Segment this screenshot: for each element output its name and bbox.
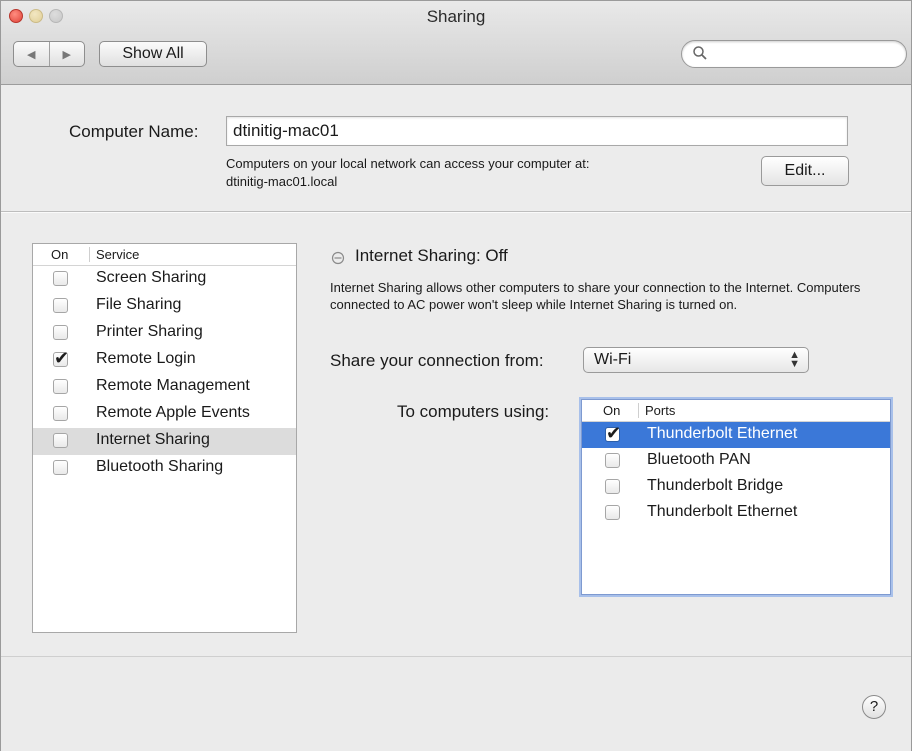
- local-hostname: dtinitig-mac01.local: [226, 174, 338, 189]
- sharing-description: Internet Sharing allows other computers …: [330, 280, 861, 312]
- title-bar: Sharing ◀ ▶ Show All: [1, 1, 911, 85]
- checkmark-icon: ✔: [606, 423, 622, 443]
- checkbox[interactable]: [605, 453, 620, 468]
- service-row-label: File Sharing: [96, 296, 182, 313]
- computer-name-input[interactable]: dtinitig-mac01: [226, 116, 848, 146]
- share-from-value: Wi-Fi: [594, 351, 632, 368]
- popup-arrows-icon: ▲ ▼: [789, 349, 800, 370]
- checkbox[interactable]: [53, 433, 68, 448]
- window-title: Sharing: [426, 7, 486, 26]
- checkbox[interactable]: [53, 379, 68, 394]
- to-computers-label: To computers using:: [397, 402, 550, 421]
- ports-list-header: On Ports: [582, 400, 890, 422]
- port-row[interactable]: Thunderbolt Bridge: [582, 474, 890, 500]
- back-arrow-icon[interactable]: ◀: [14, 42, 50, 66]
- computer-name-description: Computers on your local network can acce…: [226, 155, 706, 191]
- service-row[interactable]: File Sharing: [33, 293, 296, 320]
- ports-list[interactable]: On Ports ✔ Thunderbolt Ethernet Bluetooth …: [581, 399, 891, 595]
- port-row[interactable]: ✔ Thunderbolt Ethernet: [582, 422, 890, 448]
- header-service[interactable]: Service: [96, 247, 139, 262]
- sharing-status-title: Internet Sharing: Off: [355, 246, 508, 265]
- checkbox[interactable]: [53, 271, 68, 286]
- service-row-label: Screen Sharing: [96, 269, 207, 286]
- service-row[interactable]: Internet Sharing: [33, 428, 296, 455]
- service-row-label: Printer Sharing: [96, 323, 203, 340]
- sharing-window: Sharing ◀ ▶ Show All Computer Name: dtin…: [0, 0, 912, 751]
- service-list-header: On Service: [33, 244, 296, 266]
- service-row-label: Remote Management: [96, 377, 250, 394]
- service-row-label: Remote Login: [96, 350, 196, 367]
- show-all-button[interactable]: Show All: [99, 41, 207, 67]
- computer-name-label: Computer Name:: [69, 122, 199, 141]
- ports-header-ports[interactable]: Ports: [645, 403, 675, 418]
- service-row[interactable]: Screen Sharing: [33, 266, 296, 293]
- port-row[interactable]: Thunderbolt Ethernet: [582, 500, 890, 526]
- forward-arrow-icon[interactable]: ▶: [50, 42, 85, 66]
- status-indicator-icon: [331, 251, 345, 265]
- description-line-1: Computers on your local network can acce…: [226, 156, 590, 171]
- checkmark-icon: ✔: [54, 348, 70, 368]
- service-row-label: Internet Sharing: [96, 431, 210, 448]
- checkbox[interactable]: [605, 479, 620, 494]
- share-from-popup[interactable]: Wi-Fi ▲ ▼: [583, 347, 809, 373]
- help-button[interactable]: ?: [862, 695, 886, 719]
- checkbox-checked[interactable]: ✔: [605, 423, 621, 443]
- checkbox-checked[interactable]: ✔: [53, 348, 69, 368]
- bottom-bar: [1, 656, 911, 751]
- header-on[interactable]: On: [51, 247, 68, 262]
- port-row[interactable]: Bluetooth PAN: [582, 448, 890, 474]
- service-row[interactable]: Bluetooth Sharing: [33, 455, 296, 482]
- checkbox[interactable]: [53, 298, 68, 313]
- checkbox[interactable]: [53, 325, 68, 340]
- section-divider: [1, 211, 911, 213]
- ports-header-on[interactable]: On: [603, 403, 620, 418]
- share-from-label: Share your connection from:: [330, 351, 544, 370]
- service-row[interactable]: Remote Management: [33, 374, 296, 401]
- back-forward-control: ◀ ▶: [13, 41, 85, 67]
- service-row[interactable]: ✔ Remote Login: [33, 347, 296, 374]
- port-row-label: Thunderbolt Ethernet: [647, 425, 798, 442]
- service-row[interactable]: Remote Apple Events: [33, 401, 296, 428]
- checkbox[interactable]: [53, 406, 68, 421]
- service-row[interactable]: Printer Sharing: [33, 320, 296, 347]
- checkbox[interactable]: [605, 505, 620, 520]
- service-row-label: Remote Apple Events: [96, 404, 250, 421]
- service-row-label: Bluetooth Sharing: [96, 458, 224, 475]
- port-row-label: Thunderbolt Bridge: [647, 477, 784, 494]
- checkbox[interactable]: [53, 460, 68, 475]
- search-field[interactable]: [681, 40, 907, 68]
- port-row-label: Thunderbolt Ethernet: [647, 503, 798, 520]
- port-row-label: Bluetooth PAN: [647, 451, 751, 468]
- header-separator: [89, 247, 90, 262]
- edit-button[interactable]: Edit...: [761, 156, 849, 186]
- search-icon: [693, 46, 707, 60]
- ports-header-separator: [638, 403, 639, 418]
- service-list[interactable]: On Service Screen Sharing File Sharing Pri…: [32, 243, 297, 633]
